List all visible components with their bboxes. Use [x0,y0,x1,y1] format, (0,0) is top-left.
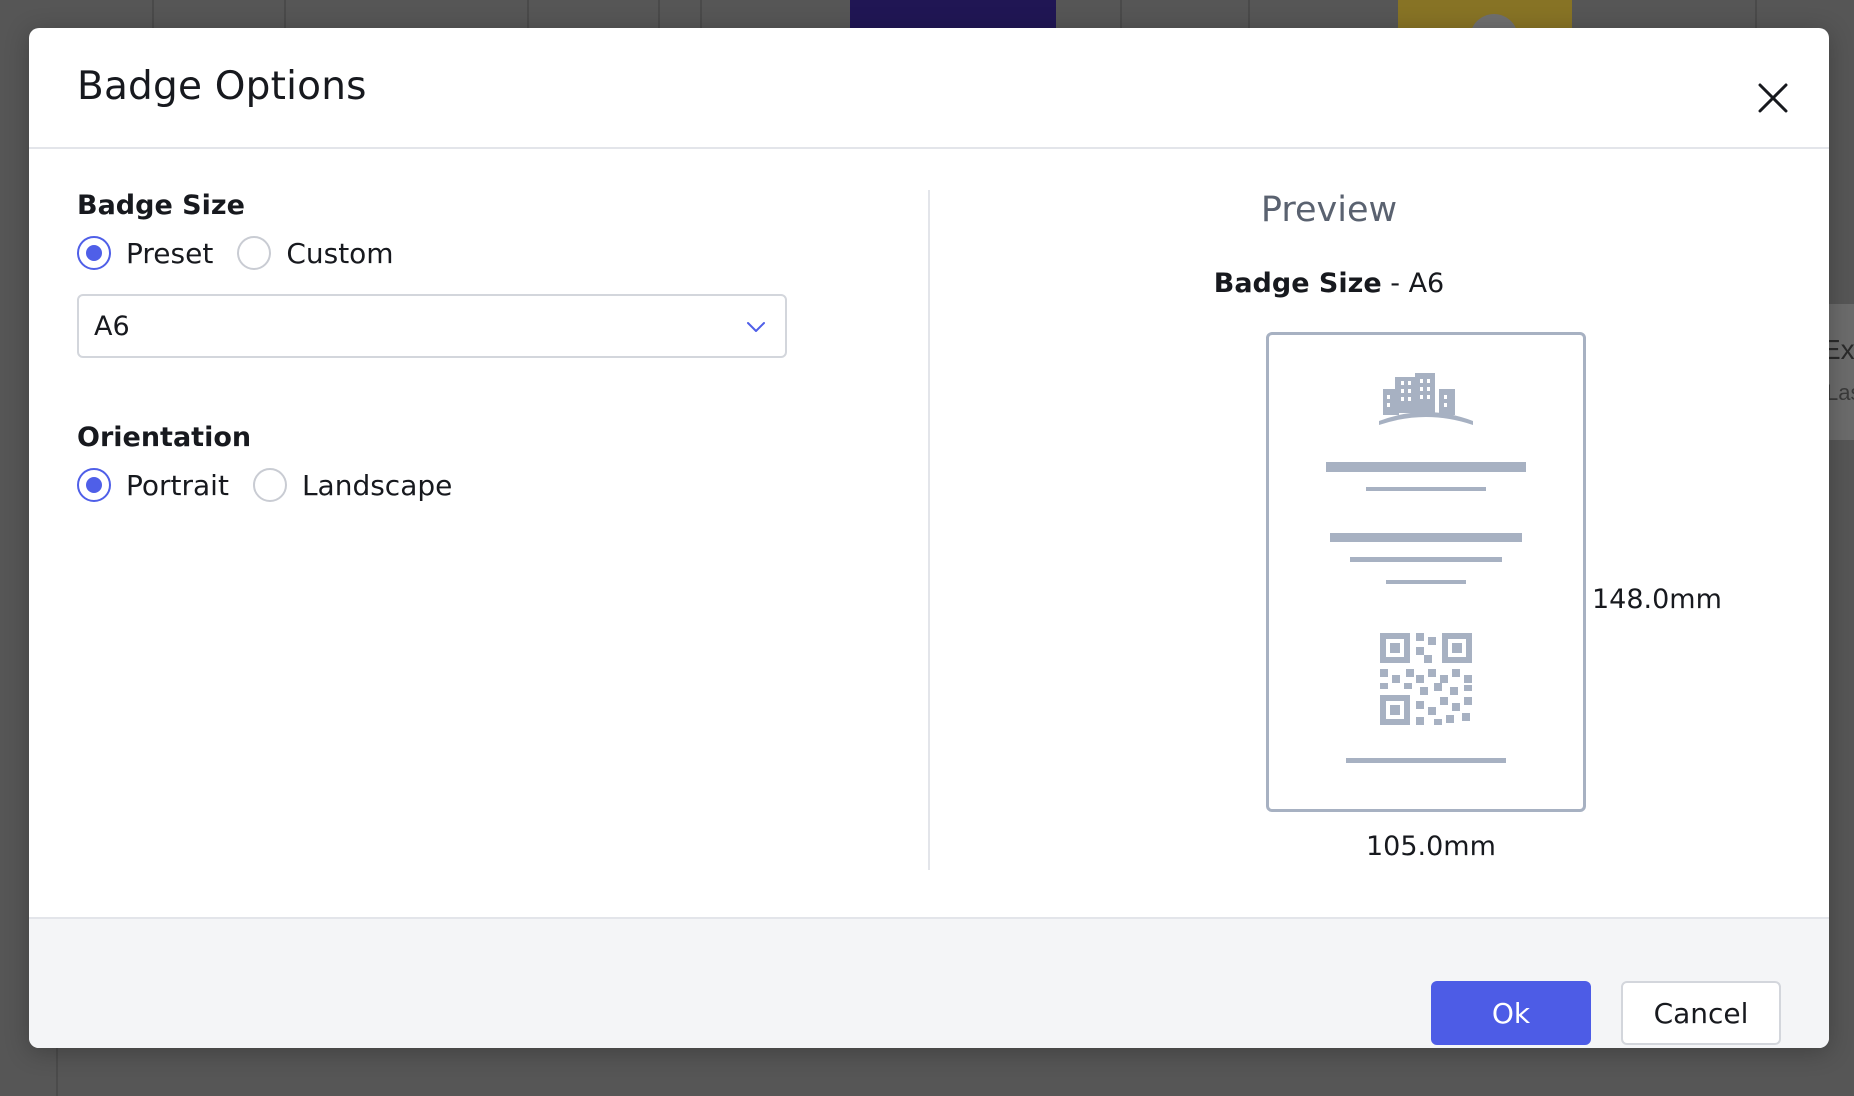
cancel-button[interactable]: Cancel [1621,981,1781,1045]
badge-size-label: Badge Size [77,190,245,221]
preview-title: Preview [1260,190,1398,230]
placeholder-line [1350,557,1502,562]
radio-preset-label[interactable]: Preset [126,237,213,270]
orientation-label: Orientation [77,422,252,453]
bg-divider [56,1046,58,1096]
badge-preview-art [1326,373,1526,763]
placeholder-line [1386,580,1466,584]
radio-preset[interactable] [77,236,111,270]
bg-divider [284,0,286,30]
badge-height-dimension: 148.0mm [1592,584,1722,615]
column-divider [928,190,930,870]
radio-dot [86,245,102,261]
preview-size-value: A6 [1408,268,1445,299]
radio-portrait[interactable] [77,468,111,502]
bg-divider [527,0,529,30]
radio-custom-label[interactable]: Custom [286,237,393,270]
placeholder-line [1366,487,1486,491]
badge-size-select[interactable]: A6 [77,294,787,358]
bg-divider [152,0,154,30]
close-icon [1758,83,1788,113]
badge-preview-card [1266,332,1586,812]
badge-size-radio-group: Preset Custom [77,236,418,270]
badge-size-select-value: A6 [94,310,130,342]
dialog-title: Badge Options [77,64,367,109]
bg-header-block [850,0,1056,30]
dialog-footer: Ok Cancel [29,917,1829,1048]
ok-button[interactable]: Ok [1431,981,1591,1045]
qr-code-icon [1380,633,1472,725]
chevron-down-icon [747,322,765,332]
bg-side-card-subtitle: Las [1826,380,1854,405]
radio-landscape-label[interactable]: Landscape [302,469,452,502]
placeholder-line [1330,533,1522,542]
close-button[interactable] [1743,68,1803,128]
bg-divider [700,0,702,30]
preview-badge-size: Badge Size - A6 [1029,268,1629,299]
badge-options-dialog: Badge Options Badge Size Preset Custom A… [29,28,1829,1048]
building-icon [1379,373,1473,425]
radio-landscape[interactable] [252,468,287,502]
dialog-header: Badge Options [29,28,1829,149]
bg-divider [1120,0,1122,30]
radio-portrait-label[interactable]: Portrait [126,469,229,502]
bg-divider [1755,0,1757,30]
placeholder-line [1346,758,1506,763]
preview-size-separator: - [1381,268,1409,299]
bg-divider [658,0,660,30]
orientation-radio-group: Portrait Landscape [77,468,476,502]
radio-dot [86,477,102,493]
radio-custom[interactable] [237,236,272,270]
badge-width-dimension: 105.0mm [1366,831,1496,862]
preview-size-label: Badge Size [1213,268,1382,299]
placeholder-line [1326,462,1526,472]
bg-divider [1248,0,1250,30]
